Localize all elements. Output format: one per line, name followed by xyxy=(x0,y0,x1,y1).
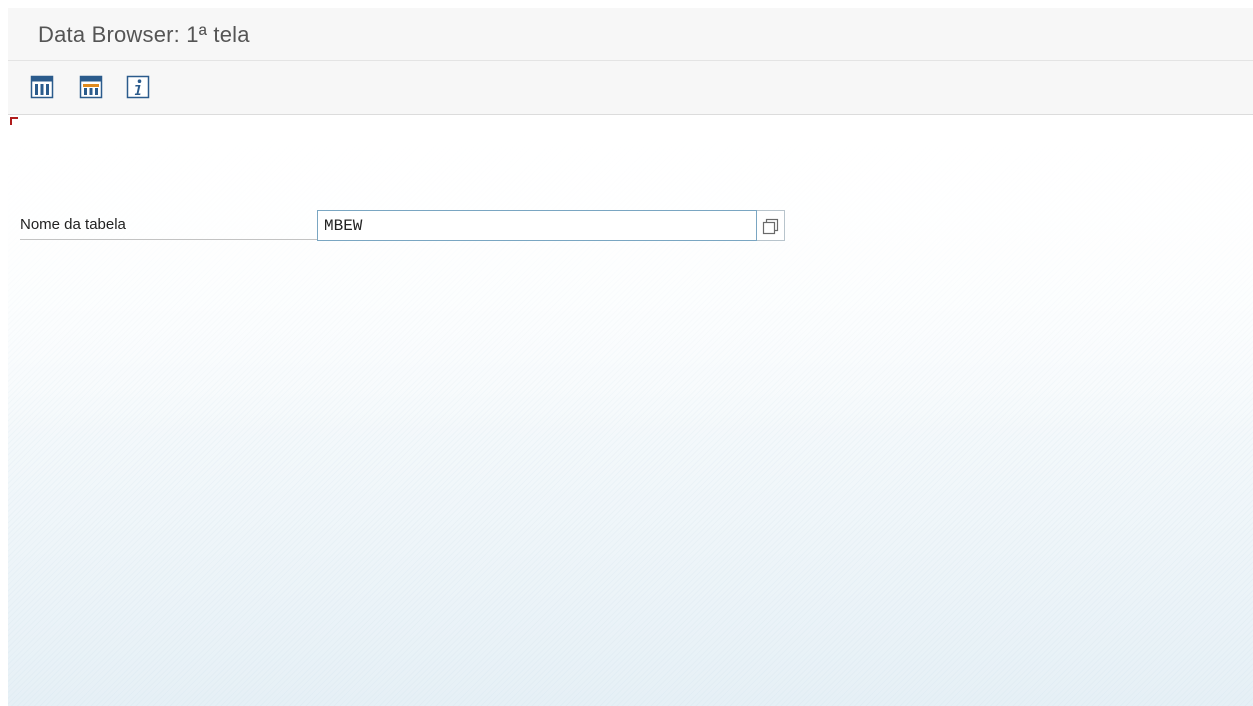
application-toolbar xyxy=(8,61,1253,115)
info-button[interactable] xyxy=(126,75,150,99)
focus-corner-marker xyxy=(10,117,18,125)
page-title: Data Browser: 1ª tela xyxy=(38,22,250,47)
table-fields-icon xyxy=(79,75,103,99)
value-help-button[interactable] xyxy=(757,210,785,241)
table-fields-button[interactable] xyxy=(79,75,103,99)
info-icon xyxy=(126,75,150,99)
table-name-label: Nome da tabela xyxy=(20,210,320,240)
sap-window: Data Browser: 1ª tela Nome da tabela MBE… xyxy=(8,8,1253,706)
table-contents-icon xyxy=(30,75,54,99)
title-bar: Data Browser: 1ª tela xyxy=(8,8,1253,61)
value-help-icon xyxy=(762,218,779,235)
main-content: Nome da tabela xyxy=(8,115,1253,706)
table-name-input[interactable] xyxy=(317,210,757,241)
table-contents-button[interactable] xyxy=(30,75,54,99)
